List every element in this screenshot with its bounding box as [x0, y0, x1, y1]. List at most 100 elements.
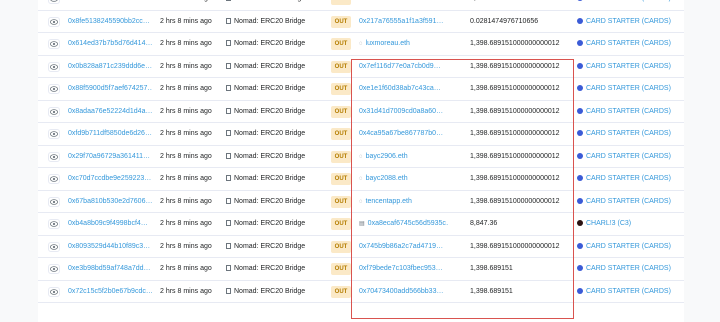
token-label: CARD STARTER (CARDS): [586, 17, 671, 25]
token-label: CARD STARTER (CARDS): [586, 287, 671, 295]
value-label: 1,398.689151: [470, 265, 513, 272]
token-link[interactable]: CARD STARTER (CARDS): [577, 33, 684, 55]
txn-hash-link[interactable]: 0x614ed37b7b5d76d414…: [68, 33, 152, 55]
to-address-link[interactable]: 0x217a76555a1f1a3f591…: [359, 11, 449, 33]
eye-icon[interactable]: [48, 16, 60, 27]
from-address[interactable]: Nomad: ERC20 Bridge: [226, 213, 326, 235]
eye-icon[interactable]: [48, 264, 60, 274]
value-label: 1,398.689151000000000012: [470, 130, 560, 137]
eye-icon[interactable]: [48, 286, 60, 297]
eye-icon[interactable]: [48, 196, 60, 207]
from-address[interactable]: Nomad: ERC20 Bridge: [226, 168, 326, 190]
eye-icon[interactable]: [48, 39, 60, 49]
to-label: 0x7ef116d77e0a7cb0d9…: [359, 62, 441, 70]
to-address-link[interactable]: 0x4ca95a67be867787b0…: [359, 123, 449, 145]
token-label: CARD STARTER (CARDS): [586, 0, 671, 2]
txn-hash-link[interactable]: 0x29f70a96729a361411…: [68, 146, 152, 168]
from-address[interactable]: Nomad: ERC20 Bridge: [226, 258, 326, 280]
txn-hash-link[interactable]: 0x72c15c5f2b0e67b9cdc…: [68, 281, 152, 303]
eye-icon[interactable]: [48, 106, 60, 117]
token-label: CARD STARTER (CARDS): [586, 40, 671, 47]
token-link[interactable]: CARD STARTER (CARDS): [577, 56, 684, 78]
token-link[interactable]: CHARL!3 (C3): [577, 213, 684, 235]
from-address[interactable]: Nomad: ERC20 Bridge: [226, 281, 326, 303]
from-address[interactable]: Nomad: ERC20 Bridge: [226, 56, 326, 78]
to-address-link[interactable]: ◌ tencentapp.eth: [359, 191, 449, 213]
token-link[interactable]: CARD STARTER (CARDS): [577, 168, 684, 190]
eye-icon[interactable]: [48, 174, 60, 184]
token-link[interactable]: CARD STARTER (CARDS): [577, 0, 684, 10]
to-label: 0x4ca95a67be867787b0…: [359, 130, 444, 137]
txn-hash-link[interactable]: 0xb4a8b09c9f4998bcf4…: [68, 213, 152, 235]
from-label: Nomad: ERC20 Bridge: [234, 265, 306, 272]
document-icon: [226, 220, 231, 226]
token-icon: [577, 130, 583, 136]
from-address[interactable]: Nomad: ERC20 Bridge: [226, 236, 326, 258]
to-address-link[interactable]: ◌ bayc2088.eth: [359, 168, 449, 190]
age-label: 2 hrs 9 mins ago: [160, 0, 226, 10]
eye-icon[interactable]: [48, 151, 60, 162]
to-address-link[interactable]: 0x745b9b86a2c7ad4719…: [359, 236, 449, 258]
eye-icon[interactable]: [48, 129, 60, 139]
eye-icon[interactable]: [48, 84, 60, 94]
to-address-link[interactable]: 0x7ef116d77e0a7cb0d9…: [359, 56, 449, 78]
eye-icon[interactable]: [48, 241, 60, 252]
from-address[interactable]: Nomad: ERC20 Bridge: [226, 0, 326, 10]
txn-hash-link[interactable]: 0x377b01ef1732a1f915d…: [68, 0, 152, 10]
token-label: CARD STARTER (CARDS): [586, 85, 671, 92]
to-address-link[interactable]: 0xe1e1f60d38ab7c43ca…: [359, 78, 449, 100]
to-address-link[interactable]: 0xf79bede7c103fbec953…: [359, 258, 449, 280]
txn-hash-link[interactable]: 0x67ba810b530e2d7606…: [68, 191, 152, 213]
txn-hash-link[interactable]: 0xe3b98bd59af748a7dd…: [68, 258, 152, 280]
from-label: Nomad: ERC20 Bridge: [234, 85, 306, 92]
from-address[interactable]: Nomad: ERC20 Bridge: [226, 78, 326, 100]
from-address[interactable]: Nomad: ERC20 Bridge: [226, 146, 326, 168]
from-label: Nomad: ERC20 Bridge: [234, 220, 306, 227]
from-address[interactable]: Nomad: ERC20 Bridge: [226, 101, 326, 123]
token-label: CARD STARTER (CARDS): [586, 130, 671, 137]
token-label: CARD STARTER (CARDS): [586, 265, 671, 272]
token-label: CARD STARTER (CARDS): [586, 175, 671, 182]
eye-icon[interactable]: [48, 61, 60, 72]
txn-hash-link[interactable]: 0x8093529d44b10f89c3…: [68, 236, 152, 258]
txn-hash-link[interactable]: 0xc70d7ccdbe9e259223…: [68, 168, 152, 190]
token-link[interactable]: CARD STARTER (CARDS): [577, 281, 684, 303]
table-row: 0x8093529d44b10f89c3… 2 hrs 8 mins ago Nom…: [38, 236, 684, 258]
to-label: 0xf79bede7c103fbec953…: [359, 265, 443, 272]
from-address[interactable]: Nomad: ERC20 Bridge: [226, 11, 326, 33]
direction-badge: OUT: [331, 60, 351, 73]
token-icon: [577, 197, 583, 204]
token-link[interactable]: CARD STARTER (CARDS): [577, 123, 684, 145]
txn-hash-link[interactable]: 0xfd9b711df5850de6d26…: [68, 123, 152, 145]
to-address-link[interactable]: ◌ luxmoreau.eth: [359, 33, 449, 55]
token-link[interactable]: CARD STARTER (CARDS): [577, 101, 684, 123]
table-row: 0x29f70a96729a361411… 2 hrs 8 mins ago Nom…: [38, 146, 684, 168]
txn-hash-link[interactable]: 0x88f5900d5f7aef674257…: [68, 78, 152, 100]
from-address[interactable]: Nomad: ERC20 Bridge: [226, 191, 326, 213]
to-address-link[interactable]: 0x31d41d7009cd0a8a60…: [359, 101, 449, 123]
token-link[interactable]: CARD STARTER (CARDS): [577, 78, 684, 100]
token-link[interactable]: CARD STARTER (CARDS): [577, 11, 684, 33]
token-link[interactable]: CARD STARTER (CARDS): [577, 258, 684, 280]
from-address[interactable]: Nomad: ERC20 Bridge: [226, 33, 326, 55]
value-label: 1,398.689151000000000012: [470, 152, 560, 160]
value-label: 1,398.689151000000000012: [470, 107, 560, 115]
value-label: 1,398.689151000000000012: [470, 242, 560, 250]
from-address[interactable]: Nomad: ERC20 Bridge: [226, 123, 326, 145]
token-link[interactable]: CARD STARTER (CARDS): [577, 191, 684, 213]
txn-hash-link[interactable]: 0x8fe5138245590bb2cc…: [68, 11, 152, 33]
eye-icon[interactable]: [48, 219, 60, 229]
token-link[interactable]: CARD STARTER (CARDS): [577, 146, 684, 168]
to-address-link[interactable]: 0x70473400add566bb33…: [359, 281, 449, 303]
to-address-link[interactable]: ◌ bayc2906.eth: [359, 146, 449, 168]
direction-badge: OUT: [331, 15, 351, 28]
txn-hash-link[interactable]: 0x8adaa76e52224d1d4a…: [68, 101, 152, 123]
eye-icon[interactable]: [48, 0, 60, 4]
to-address-link[interactable]: 0x34c37102bc24e41a98…: [359, 0, 449, 10]
table-row: 0x377b01ef1732a1f915d… 2 hrs 9 mins ago No…: [38, 0, 684, 11]
to-address-link[interactable]: ▤ 0xa8ecaf6745c56d5935c…: [359, 213, 449, 235]
age-label: 2 hrs 8 mins ago: [160, 220, 212, 227]
txn-hash-link[interactable]: 0x0b828a871c239ddd6e…: [68, 56, 152, 78]
table-row: 0x614ed37b7b5d76d414… 2 hrs 8 mins ago Nom…: [38, 33, 684, 56]
token-link[interactable]: CARD STARTER (CARDS): [577, 236, 684, 258]
